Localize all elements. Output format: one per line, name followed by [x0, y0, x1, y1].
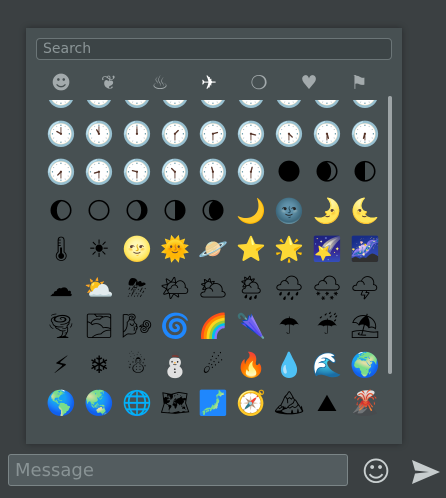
emoji-cell[interactable]: 🕕 [232, 100, 270, 115]
emoji-cell[interactable]: 🕞 [232, 115, 270, 154]
emoji-cell[interactable]: 🕓 [156, 100, 194, 115]
emoji-cell[interactable]: 🌎 [42, 384, 80, 423]
emoji-cell[interactable]: 🕗 [308, 100, 346, 115]
emoji-cell[interactable]: 🌛 [308, 192, 346, 231]
emoji-cell[interactable]: ☀ [80, 230, 118, 269]
emoji-cell[interactable]: 🌞 [156, 230, 194, 269]
emoji-cell[interactable]: 🌐 [118, 384, 156, 423]
emoji-cell[interactable]: 🌥 [194, 269, 232, 308]
emoji-cell[interactable]: 🌊 [308, 346, 346, 385]
emoji-cell[interactable]: 🕛 [118, 115, 156, 154]
emoji-cell[interactable]: 🕟 [270, 115, 308, 154]
emoji-cell[interactable]: 🌗 [156, 192, 194, 231]
emoji-cell[interactable]: 🏔 [270, 384, 308, 423]
emoji-cell[interactable]: 🕤 [118, 153, 156, 192]
emoji-cell[interactable]: ⛰ [308, 384, 346, 423]
emoji-cell[interactable]: ☂ [270, 307, 308, 346]
emoji-cell[interactable]: 🌌 [346, 230, 384, 269]
emoji-cell[interactable]: ⛈ [118, 269, 156, 308]
emoji-cell[interactable]: 🕢 [42, 153, 80, 192]
emoji-grid-viewport[interactable]: 🕐🕑🕒🕓🕔🕕🕖🕗🕘 🕙🕚🕛🕜🕝🕞🕟🕠🕡 🕢🕣🕤🕥🕦🕧🌑🌒🌓 🌔🌕🌖🌗🌘🌙🌚🌛🌜 🌡☀🌝🌞… [26, 100, 402, 444]
emoji-cell[interactable]: 🕙 [42, 115, 80, 154]
emoji-cell[interactable]: 🕜 [156, 115, 194, 154]
emoji-cell[interactable]: 🕚 [80, 115, 118, 154]
emoji-cell[interactable]: 🌩 [346, 269, 384, 308]
emoji-picker: ☻ ❦ ♨ ✈ ❍ ♥ ⚑ 🕐🕑🕒🕓🕔🕕🕖🕗🕘 🕙🕚🕛🕜🕝🕞🕟🕠🕡 🕢🕣🕤🕥🕦🕧🌑🌒… [26, 28, 402, 444]
emoji-grid-scrollbar[interactable] [388, 96, 392, 374]
send-icon [412, 460, 440, 484]
emoji-cell[interactable]: 🌬 [118, 307, 156, 346]
emoji-button-icon[interactable]: ☺ [360, 456, 392, 488]
emoji-cell[interactable]: 🕣 [80, 153, 118, 192]
tab-smileys-icon[interactable]: ☻ [48, 70, 74, 96]
emoji-cell[interactable]: 🌠 [308, 230, 346, 269]
emoji-cell[interactable]: 💧 [270, 346, 308, 385]
tab-symbols-icon[interactable]: ♥ [296, 70, 322, 96]
emoji-cell[interactable]: ⛅ [80, 269, 118, 308]
emoji-cell[interactable]: ❄ [80, 346, 118, 385]
tab-food-icon[interactable]: ♨ [147, 70, 173, 96]
emoji-cell[interactable]: ⛄ [156, 346, 194, 385]
emoji-cell[interactable]: 🌏 [80, 384, 118, 423]
emoji-cell[interactable]: 🕘 [346, 100, 384, 115]
emoji-cell[interactable]: 🌍 [346, 346, 384, 385]
emoji-cell[interactable]: 🌓 [346, 153, 384, 192]
send-button[interactable] [410, 456, 442, 488]
emoji-cell[interactable]: 🌘 [194, 192, 232, 231]
emoji-cell[interactable]: 🌪 [42, 307, 80, 346]
emoji-cell[interactable]: 🌨 [308, 269, 346, 308]
emoji-cell[interactable]: 🌦 [232, 269, 270, 308]
emoji-cell[interactable]: ☁ [42, 269, 80, 308]
emoji-cell[interactable]: 🌚 [270, 192, 308, 231]
emoji-cell[interactable]: 🌔 [42, 192, 80, 231]
emoji-cell[interactable]: 🌜 [346, 192, 384, 231]
emoji-cell[interactable]: 🕖 [270, 100, 308, 115]
message-input[interactable] [8, 454, 348, 486]
emoji-cell[interactable]: 🌕 [80, 192, 118, 231]
emoji-cell[interactable]: ☄ [194, 346, 232, 385]
emoji-cell[interactable]: 🕧 [232, 153, 270, 192]
emoji-cell[interactable]: 🌟 [270, 230, 308, 269]
emoji-cell[interactable]: ☔ [308, 307, 346, 346]
emoji-cell[interactable]: 🕦 [194, 153, 232, 192]
tab-travel-icon[interactable]: ✈ [196, 70, 222, 96]
emoji-cell[interactable]: 🌀 [156, 307, 194, 346]
emoji-cell[interactable]: 🌂 [232, 307, 270, 346]
emoji-cell[interactable]: 🕐 [42, 100, 80, 115]
emoji-cell[interactable]: 🌧 [270, 269, 308, 308]
emoji-cell[interactable]: 🌙 [232, 192, 270, 231]
emoji-cell[interactable]: 🗺 [156, 384, 194, 423]
tab-nature-icon[interactable]: ❦ [96, 70, 122, 96]
emoji-cell[interactable]: ⛱ [346, 307, 384, 346]
emoji-cell[interactable]: 🕥 [156, 153, 194, 192]
emoji-cell[interactable]: 🌤 [156, 269, 194, 308]
tab-objects-icon[interactable]: ❍ [246, 70, 272, 96]
emoji-cell[interactable]: 🌡 [42, 230, 80, 269]
emoji-cell[interactable]: 🌈 [194, 307, 232, 346]
emoji-cell[interactable]: 🌒 [308, 153, 346, 192]
emoji-category-tabs: ☻ ❦ ♨ ✈ ❍ ♥ ⚑ [26, 66, 402, 102]
emoji-cell[interactable]: 🌋 [346, 384, 384, 423]
emoji-cell[interactable]: 🌫 [80, 307, 118, 346]
emoji-cell[interactable]: 🕑 [80, 100, 118, 115]
emoji-cell[interactable]: 🌖 [118, 192, 156, 231]
emoji-cell[interactable]: 🪐 [194, 230, 232, 269]
emoji-cell[interactable]: ⭐ [232, 230, 270, 269]
emoji-cell[interactable]: 🌝 [118, 230, 156, 269]
emoji-cell[interactable]: 🕔 [194, 100, 232, 115]
emoji-cell[interactable]: 🧭 [232, 384, 270, 423]
emoji-cell[interactable]: 🕡 [346, 115, 384, 154]
emoji-cell[interactable]: 🔥 [232, 346, 270, 385]
emoji-cell[interactable]: 🕝 [194, 115, 232, 154]
emoji-cell[interactable]: 🕒 [118, 100, 156, 115]
emoji-cell[interactable]: ☃ [118, 346, 156, 385]
emoji-search-input[interactable] [36, 38, 392, 60]
emoji-grid: 🕐🕑🕒🕓🕔🕕🕖🕗🕘 🕙🕚🕛🕜🕝🕞🕟🕠🕡 🕢🕣🕤🕥🕦🕧🌑🌒🌓 🌔🌕🌖🌗🌘🌙🌚🌛🌜 🌡☀🌝🌞… [42, 100, 384, 423]
emoji-cell[interactable]: 🌑 [270, 153, 308, 192]
emoji-cell[interactable]: ⚡ [42, 346, 80, 385]
tab-flags-icon[interactable]: ⚑ [346, 70, 372, 96]
emoji-cell[interactable]: 🗾 [194, 384, 232, 423]
emoji-cell[interactable]: 🕠 [308, 115, 346, 154]
